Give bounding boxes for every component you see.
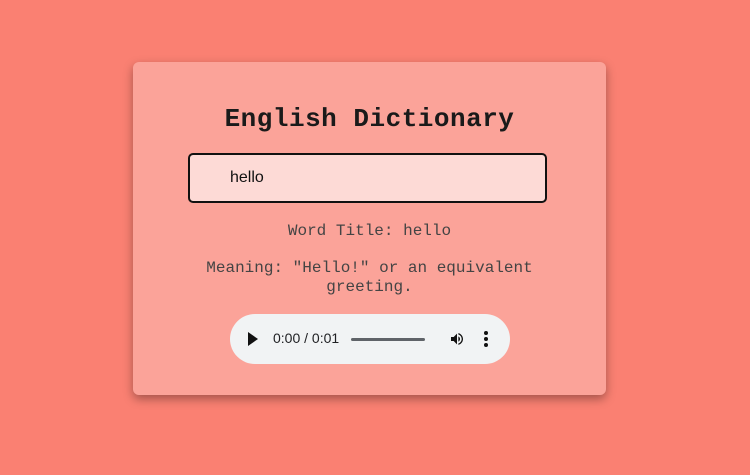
more-vert-icon[interactable] [483,331,489,347]
volume-icon[interactable] [449,331,465,347]
page-title: English Dictionary [224,104,515,134]
dictionary-card: English Dictionary Word Title: hello Mea… [133,62,606,395]
audio-player[interactable]: 0:00 / 0:01 [230,314,510,364]
play-icon[interactable] [248,332,258,346]
audio-time: 0:00 / 0:01 [273,330,340,346]
search-input[interactable] [188,153,547,203]
word-meaning: Meaning: "Hello!" or an equivalent greet… [206,259,533,296]
word-title: Word Title: hello [287,222,452,240]
audio-progress-track[interactable] [351,338,425,341]
